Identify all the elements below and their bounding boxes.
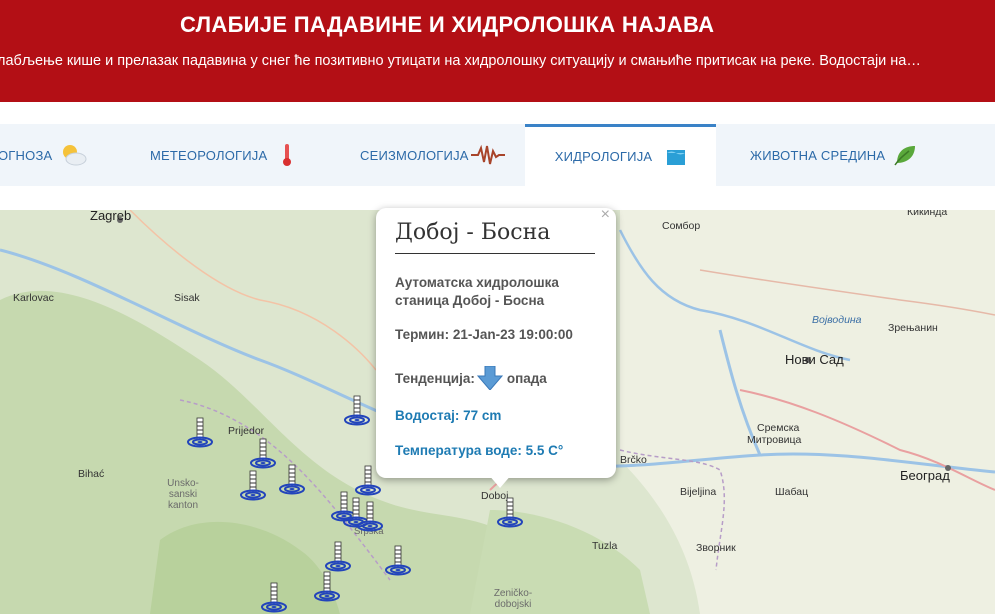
station-marker[interactable] bbox=[385, 545, 411, 576]
tab-hidrologija[interactable]: ХИДРОЛОГИЈА bbox=[525, 124, 716, 186]
seismograph-icon bbox=[470, 144, 505, 166]
tab-meteorologija[interactable]: МЕТЕОРОЛОГИЈА bbox=[150, 124, 293, 186]
popup-title: Добој - Босна bbox=[395, 220, 595, 254]
tab-zivotna-sredina[interactable]: ЖИВОТНА СРЕДИНА bbox=[750, 124, 917, 186]
station-marker[interactable] bbox=[344, 395, 370, 426]
station-marker[interactable] bbox=[325, 541, 351, 572]
station-marker[interactable] bbox=[331, 491, 357, 522]
station-marker[interactable] bbox=[250, 438, 276, 469]
popup-water-temp: Температура воде: 5.5 C° bbox=[395, 443, 564, 458]
popup-term: Термин: 21-Jan-23 19:00:00 bbox=[395, 327, 573, 342]
tendency-label: Тенденција: bbox=[395, 370, 475, 386]
station-marker[interactable] bbox=[261, 582, 287, 613]
popup-tip bbox=[488, 474, 512, 488]
close-icon[interactable]: × bbox=[601, 206, 610, 224]
station-marker[interactable] bbox=[314, 571, 340, 602]
news-banner[interactable]: СЛАБИЈЕ ПАДАВИНЕ И ХИДРОЛОШКА НАЈАВА лаб… bbox=[0, 0, 995, 102]
thermometer-icon bbox=[281, 142, 293, 168]
tab-label: МЕТЕОРОЛОГИЈА bbox=[150, 147, 268, 163]
station-marker[interactable] bbox=[187, 417, 213, 448]
water-icon bbox=[666, 147, 686, 167]
popup-water-level: Водостај: 77 cm bbox=[395, 408, 502, 423]
tab-label: ЖИВОТНА СРЕДИНА bbox=[750, 147, 886, 163]
tab-prognoza[interactable]: ОГНОЗА bbox=[0, 124, 88, 186]
tab-label: ОГНОЗА bbox=[0, 147, 53, 163]
station-popup: × Добој - Босна Аутоматска хидролошка ст… bbox=[376, 206, 616, 478]
arrow-down-icon bbox=[476, 366, 503, 390]
station-marker[interactable] bbox=[279, 464, 305, 495]
popup-station-name: Аутоматска хидролошка станица Добој - Бо… bbox=[395, 275, 559, 308]
tab-label: СЕИЗМОЛОГИЈА bbox=[360, 147, 469, 163]
leaf-icon bbox=[893, 143, 917, 167]
sun-cloud-icon bbox=[58, 142, 88, 168]
banner-text: лабљење кише и прелазак падавина у снег … bbox=[0, 53, 921, 69]
tab-label: ХИДРОЛОГИЈА bbox=[554, 149, 653, 164]
popup-tendency: Тенденција: опада bbox=[395, 366, 547, 390]
tendency-value: опада bbox=[506, 370, 547, 386]
category-nav: ОГНОЗА МЕТЕОРОЛОГИЈА СЕИЗМОЛОГИЈА ХИДРОЛ… bbox=[0, 124, 995, 186]
spacer bbox=[0, 102, 995, 124]
station-marker-doboj[interactable] bbox=[497, 497, 523, 528]
banner-title[interactable]: СЛАБИЈЕ ПАДАВИНЕ И ХИДРОЛОШКА НАЈАВА bbox=[180, 12, 714, 38]
tab-seizmologija[interactable]: СЕИЗМОЛОГИЈА bbox=[360, 124, 505, 186]
station-marker[interactable] bbox=[240, 470, 266, 501]
